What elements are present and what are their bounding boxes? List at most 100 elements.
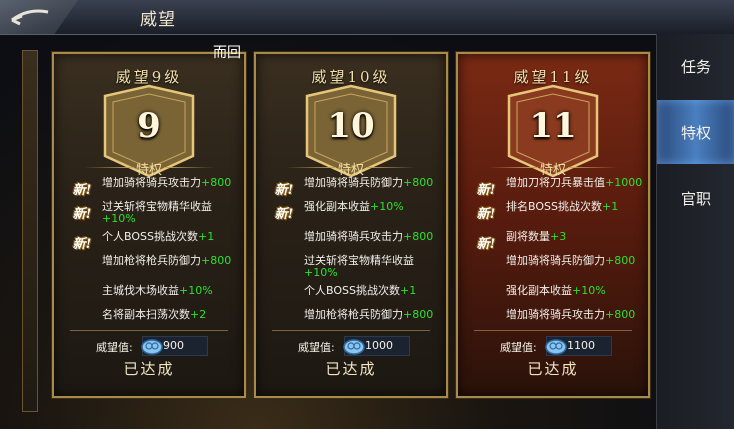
privilege-text: 增加枪将枪兵防御力	[304, 308, 403, 321]
new-badge-icon: 新!	[476, 207, 496, 222]
page-title: 威望	[140, 10, 176, 30]
privilege-bonus: +1000	[605, 177, 643, 189]
new-badge-icon: 新!	[72, 183, 92, 198]
privilege-text: 主城伐木场收益	[102, 284, 179, 297]
tab-label: 任务	[680, 57, 711, 76]
privilege-bonus: +10%	[572, 284, 606, 297]
new-badge-icon: 新!	[72, 207, 92, 222]
privilege-item: 增加骑将骑兵防御力+800	[304, 177, 444, 189]
privilege-item: 增加骑将骑兵攻击力+800	[506, 309, 646, 321]
privilege-bonus: +10%	[179, 284, 213, 297]
privilege-heading: 特权	[337, 163, 364, 178]
prestige-value: 1000	[365, 339, 393, 352]
prestige-cloud-icon	[545, 339, 567, 355]
privilege-bonus: +800	[403, 177, 434, 189]
privilege-bonus: +1	[601, 200, 619, 213]
privilege-bonus: +800	[403, 230, 434, 243]
privilege-bonus: +800	[201, 177, 232, 189]
reached-status: 已达成	[123, 360, 175, 378]
privilege-item: 过关斩将宝物精华收益+10%	[304, 255, 444, 279]
prestige-label: 威望值:	[298, 341, 335, 354]
side-tabs: 任务 特权 官职	[656, 34, 734, 429]
privilege-item: 过关斩将宝物精华收益+10%	[102, 201, 242, 225]
privilege-heading: 特权	[539, 163, 566, 178]
privilege-item: 副将数量+3	[506, 231, 646, 243]
privilege-text: 增加骑将骑兵攻击力	[304, 230, 403, 243]
privilege-text: 强化副本收益	[304, 200, 370, 213]
prestige-screen: 威望 威望9级 9 特权 新! 增加骑将骑兵攻击力+800 新! 过关斩将宝物精华…	[0, 0, 734, 429]
back-button[interactable]	[0, 0, 78, 34]
privilege-bonus: +800	[605, 254, 636, 267]
prestige-cloud-icon	[141, 339, 163, 355]
privilege-bonus: +1	[399, 284, 417, 297]
privilege-bonus: +10%	[102, 212, 136, 225]
prestige-value: 1100	[567, 339, 595, 352]
prestige-value: 900	[163, 339, 184, 352]
previous-card-edge[interactable]	[22, 50, 38, 412]
privilege-heading: 特权	[135, 163, 162, 178]
privilege-item: 增加骑将骑兵防御力+800	[506, 255, 646, 267]
prestige-cloud-icon	[343, 339, 365, 355]
privilege-text: 排名BOSS挑战次数	[506, 200, 602, 213]
tab-privilege[interactable]: 特权	[657, 100, 734, 164]
privilege-text: 个人BOSS挑战次数	[304, 284, 400, 297]
privilege-item: 增加刀将刀兵暴击值+1000	[506, 177, 646, 189]
reached-status: 已达成	[527, 360, 579, 378]
prestige-card: 威望9级 9 特权 新! 增加骑将骑兵攻击力+800 新! 过关斩将宝物精华收益+…	[52, 52, 246, 398]
privilege-text: 个人BOSS挑战次数	[102, 230, 198, 243]
privilege-text: 增加骑将骑兵攻击力	[102, 177, 201, 189]
tab-label: 特权	[680, 123, 711, 142]
privilege-text: 增加骑将骑兵攻击力	[506, 308, 605, 321]
privilege-item: 排名BOSS挑战次数+1	[506, 201, 646, 213]
divider	[70, 330, 228, 331]
privilege-text: 名将副本扫荡次数	[102, 308, 190, 321]
tab-official-rank[interactable]: 官职	[657, 166, 734, 230]
privilege-text: 增加骑将骑兵防御力	[506, 254, 605, 267]
back-arrow-icon	[11, 9, 49, 26]
privilege-bonus: +1	[197, 230, 215, 243]
privilege-text: 增加刀将刀兵暴击值	[506, 177, 605, 189]
privilege-item: 增加骑将骑兵攻击力+800	[304, 231, 444, 243]
prestige-label: 威望值:	[96, 341, 133, 354]
privilege-item: 个人BOSS挑战次数+1	[304, 285, 444, 297]
privilege-item: 强化副本收益+10%	[304, 201, 444, 213]
new-badge-icon: 新!	[274, 183, 294, 198]
privilege-bonus: +10%	[370, 200, 404, 213]
privilege-text: 增加枪将枪兵防御力	[102, 254, 201, 267]
prestige-value-box: 1100	[545, 336, 612, 356]
overlay-text: 而回	[213, 45, 241, 61]
privilege-item: 增加枪将枪兵防御力+800	[304, 309, 444, 321]
privilege-list: 新! 增加刀将刀兵暴击值+1000 新! 排名BOSS挑战次数+1 新! 副将数…	[458, 177, 648, 329]
prestige-card: 威望10级 10 特权 新! 增加骑将骑兵防御力+800 新! 强化副本收益+10…	[254, 52, 448, 398]
level-number: 10	[327, 106, 375, 146]
privilege-list: 新! 增加骑将骑兵防御力+800 新! 强化副本收益+10% 增加骑将骑兵攻击力…	[256, 177, 446, 329]
top-bar: 威望	[0, 0, 734, 35]
privilege-item: 增加枪将枪兵防御力+800	[102, 255, 242, 267]
prestige-label: 威望值:	[500, 341, 537, 354]
new-badge-icon: 新!	[476, 237, 496, 252]
privilege-text: 副将数量	[506, 230, 550, 243]
privilege-item: 主城伐木场收益+10%	[102, 285, 242, 297]
privilege-list: 新! 增加骑将骑兵攻击力+800 新! 过关斩将宝物精华收益+10% 新! 个人…	[54, 177, 244, 329]
tab-label: 官职	[680, 189, 711, 208]
privilege-bonus: +800	[605, 308, 636, 321]
divider	[272, 330, 430, 331]
privilege-bonus: +3	[550, 230, 567, 243]
privilege-bonus: +800	[403, 308, 434, 321]
privilege-text: 强化副本收益	[506, 284, 572, 297]
prestige-value-box: 900	[141, 336, 208, 356]
level-number: 9	[137, 106, 161, 146]
privilege-item: 个人BOSS挑战次数+1	[102, 231, 242, 243]
prestige-value-box: 1000	[343, 336, 410, 356]
divider	[474, 330, 632, 331]
new-badge-icon: 新!	[476, 183, 496, 198]
privilege-bonus: +800	[201, 254, 232, 267]
tab-task[interactable]: 任务	[657, 34, 734, 98]
reached-status: 已达成	[325, 360, 377, 378]
privilege-bonus: +2	[190, 308, 207, 321]
new-badge-icon: 新!	[72, 237, 92, 252]
privilege-item: 强化副本收益+10%	[506, 285, 646, 297]
prestige-card: 威望11级 11 特权 新! 增加刀将刀兵暴击值+1000 新! 排名BOSS挑战…	[456, 52, 650, 398]
privilege-item: 名将副本扫荡次数+2	[102, 309, 242, 321]
new-badge-icon: 新!	[274, 207, 294, 222]
